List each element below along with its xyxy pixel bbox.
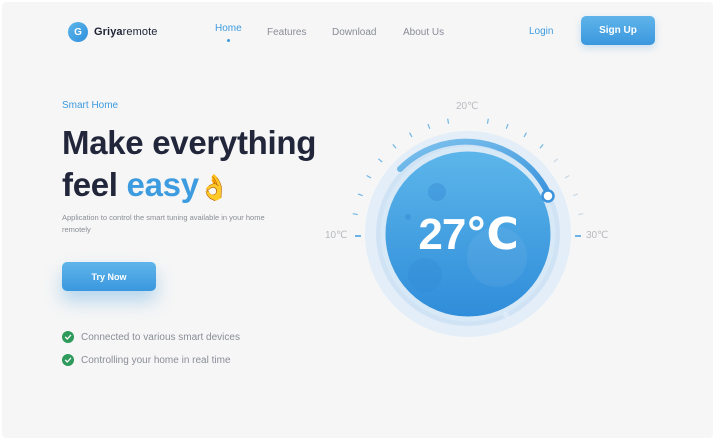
feature-text: Controlling your home in real time bbox=[81, 354, 231, 366]
hero-headline: Make everything feel easy👌 bbox=[62, 122, 316, 209]
headline-line-2: feel easy👌 bbox=[62, 164, 316, 209]
feature-item: Connected to various smart devices bbox=[62, 331, 240, 343]
dial-tick bbox=[366, 174, 372, 179]
brand-name-light: remote bbox=[122, 26, 158, 38]
dial-tick bbox=[357, 193, 363, 197]
dial-tick bbox=[564, 174, 570, 179]
nav-item-home[interactable]: Home bbox=[215, 2, 242, 62]
headline-line-1: Make everything bbox=[62, 124, 317, 161]
nav-label-download: Download bbox=[332, 26, 377, 38]
logo-mark-icon: G bbox=[68, 22, 88, 42]
login-link[interactable]: Login bbox=[529, 26, 553, 37]
dial-knob[interactable] bbox=[541, 189, 555, 203]
nav-label-features: Features bbox=[267, 26, 307, 38]
dial-tick bbox=[377, 158, 383, 163]
bubble bbox=[428, 183, 446, 201]
page-frame: G Griyaremote Home Features Download Abo… bbox=[2, 2, 713, 438]
ok-hand-emoji: 👌 bbox=[198, 174, 230, 202]
nav-label-home: Home bbox=[215, 23, 242, 34]
dial-tick bbox=[553, 158, 559, 163]
current-temperature: 27℃ bbox=[418, 210, 518, 259]
dial-tick bbox=[539, 143, 544, 149]
dial-tick bbox=[392, 143, 397, 149]
scale-label-left: 10℃ bbox=[325, 230, 348, 241]
dial-tick bbox=[447, 118, 450, 124]
hero-description: Application to control the smart tuning … bbox=[62, 213, 265, 234]
nav-item-about-us[interactable]: About Us bbox=[403, 2, 444, 62]
feature-item: Controlling your home in real time bbox=[62, 354, 231, 366]
bubble bbox=[503, 312, 509, 318]
scale-label-right: 30℃ bbox=[586, 230, 609, 241]
brand-name: Griyaremote bbox=[94, 26, 157, 38]
feature-text: Connected to various smart devices bbox=[81, 331, 240, 343]
nav-item-features[interactable]: Features bbox=[267, 2, 306, 62]
headline-accent: easy bbox=[126, 166, 200, 203]
dial-tick bbox=[573, 193, 579, 197]
dial-tick bbox=[408, 132, 413, 138]
try-now-button[interactable]: Try Now bbox=[62, 262, 156, 291]
thermostat-dial[interactable]: 20℃ 10℃ 30℃ 27℃ bbox=[322, 97, 622, 347]
dial-tick bbox=[578, 213, 584, 216]
signup-button[interactable]: Sign Up bbox=[581, 16, 655, 45]
nav-item-download[interactable]: Download bbox=[332, 2, 376, 62]
brand-logo[interactable]: G Griyaremote bbox=[68, 22, 157, 42]
dial-tick bbox=[523, 132, 528, 138]
brand-name-bold: Griya bbox=[94, 26, 123, 38]
dial-tick bbox=[505, 123, 509, 129]
active-dot-icon bbox=[227, 39, 231, 42]
check-circle-icon bbox=[62, 354, 74, 366]
nav-label-about-us: About Us bbox=[403, 26, 445, 38]
scale-label-top: 20℃ bbox=[456, 101, 479, 112]
dial-tick bbox=[352, 213, 358, 216]
hero-eyebrow: Smart Home bbox=[62, 100, 119, 111]
headline-plain: feel bbox=[62, 166, 127, 203]
bubble bbox=[408, 258, 442, 292]
check-circle-icon bbox=[62, 331, 74, 343]
dial-tick bbox=[427, 123, 431, 129]
dial-tick bbox=[486, 118, 489, 124]
